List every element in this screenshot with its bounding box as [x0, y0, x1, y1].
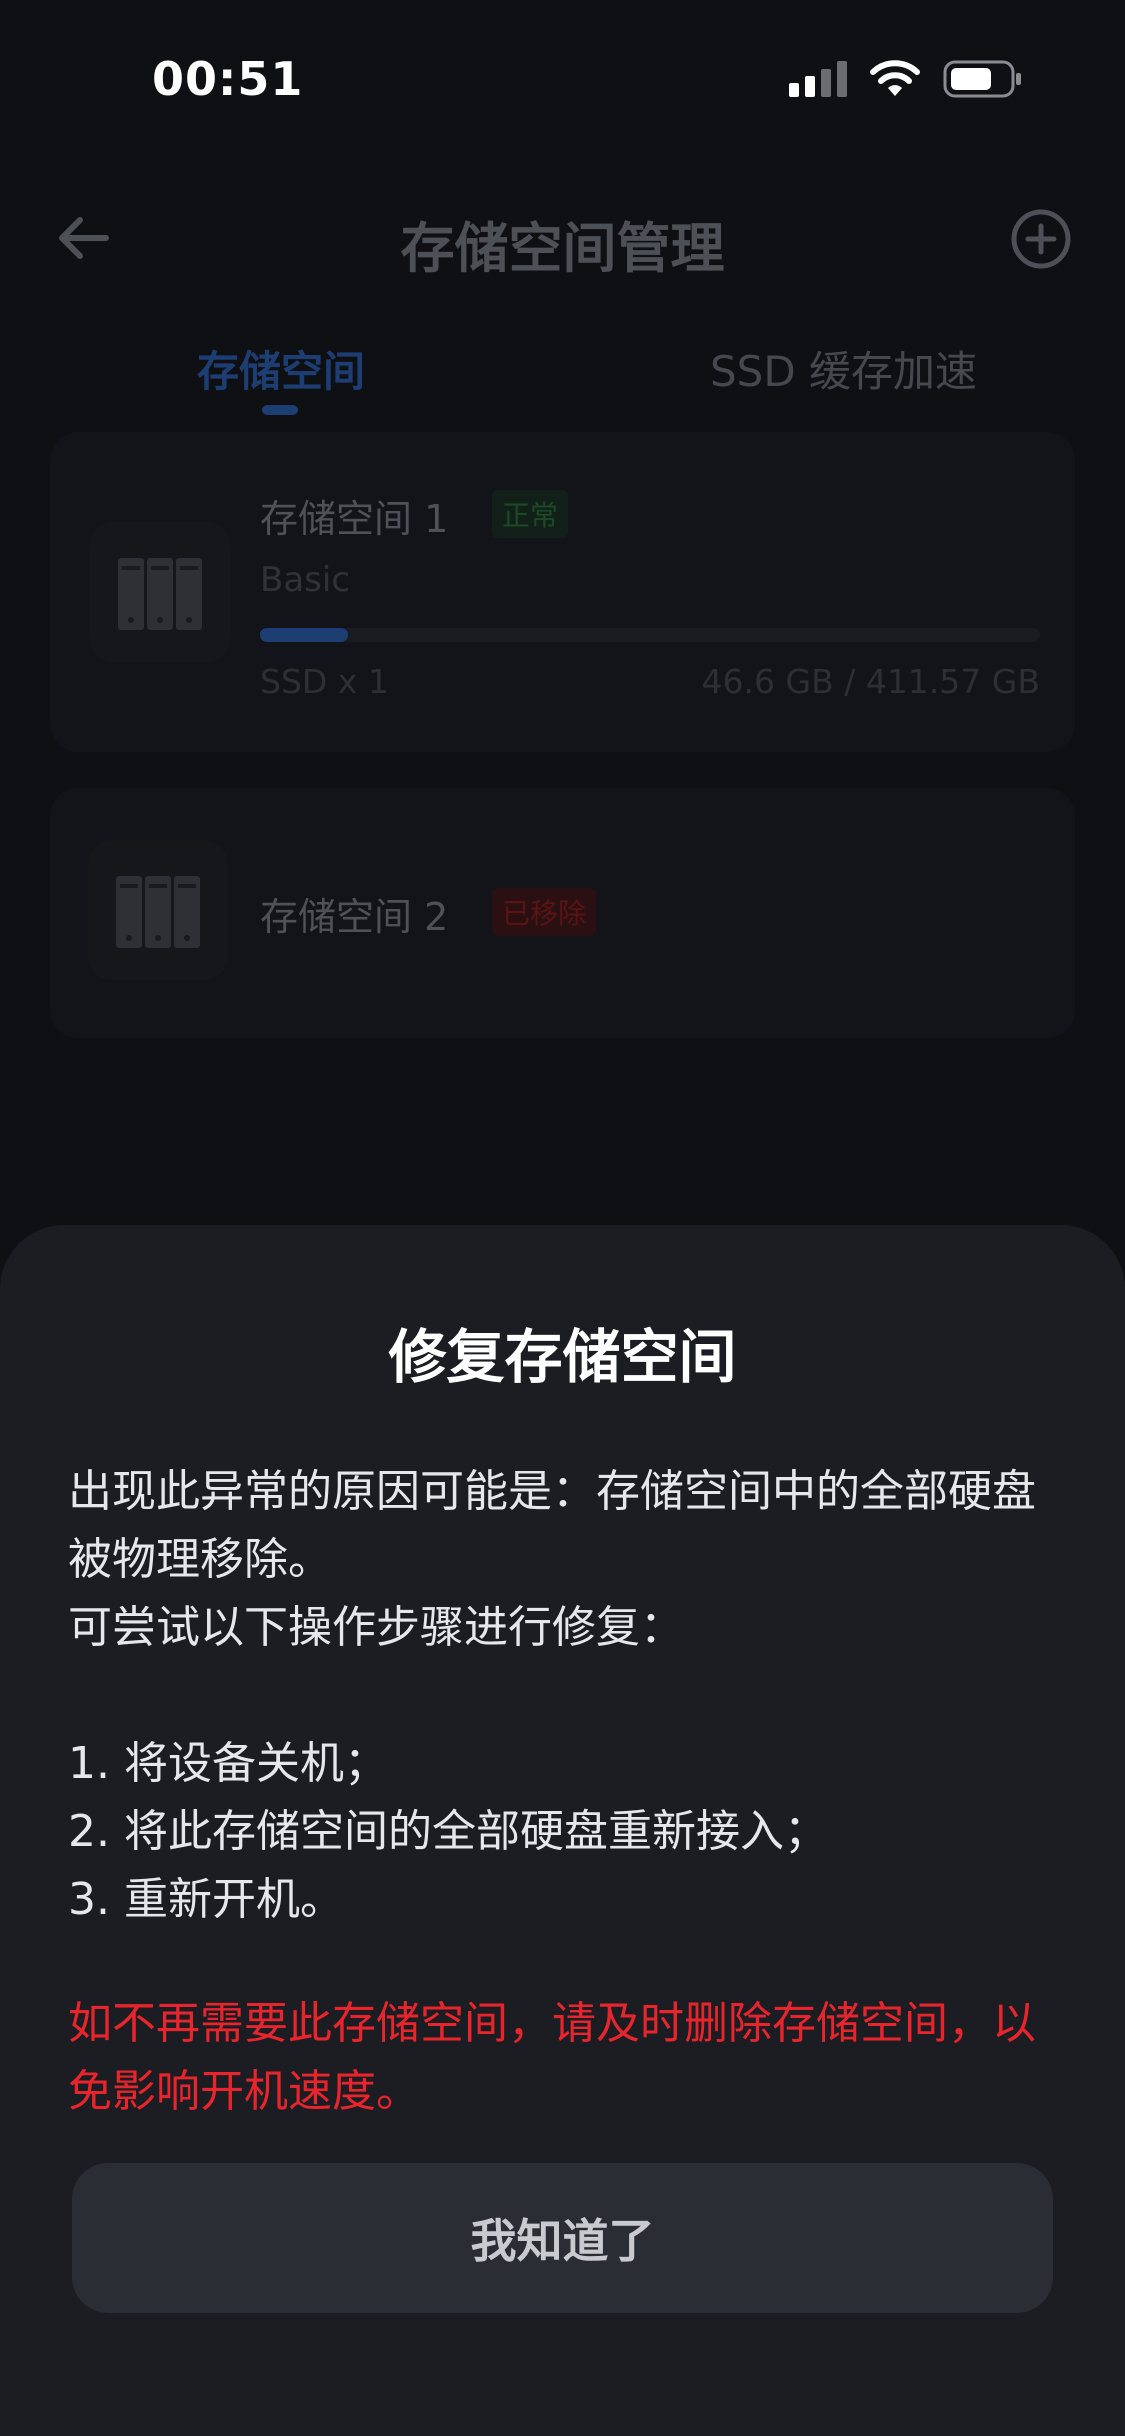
sheet-title: 修复存储空间	[388, 1323, 737, 1391]
storage-pool-type: Basic	[260, 560, 351, 600]
storage-pool-name: 存储空间 2	[260, 895, 449, 939]
status-badge: 已移除	[492, 888, 597, 936]
capacity-text: 46.6 GB / 411.57 GB	[701, 662, 1040, 701]
plus-circle-icon[interactable]	[1010, 208, 1072, 270]
storage-pool-card[interactable]: 存储空间 1 正常 Basic SSD x 1 46.6 GB / 411.57…	[50, 432, 1075, 752]
cellular-signal-icon	[789, 61, 847, 97]
disk-count: SSD x 1	[260, 662, 389, 701]
repair-bottom-sheet: 修复存储空间 出现此异常的原因可能是：存储空间中的全部硬盘被物理移除。 可尝试以…	[0, 1225, 1125, 2436]
storage-pool-card[interactable]: 存储空间 2 已移除	[50, 788, 1075, 1038]
status-icons	[789, 60, 1023, 98]
tab-storage[interactable]: 存储空间	[197, 338, 365, 399]
confirm-button[interactable]: 我知道了	[72, 2163, 1053, 2313]
body-line: 可尝试以下操作步骤进行修复：	[68, 1602, 684, 1653]
usage-progress-bar	[260, 628, 1040, 642]
nas-icon	[88, 840, 228, 980]
step-item: 1. 将设备关机；	[68, 1738, 388, 1789]
tab-ssd-cache[interactable]: SSD 缓存加速	[710, 338, 977, 399]
step-item: 3. 重新开机。	[68, 1874, 344, 1925]
wifi-icon	[870, 60, 920, 96]
usage-progress-fill	[260, 628, 349, 642]
storage-pool-name: 存储空间 1	[260, 497, 449, 541]
step-item: 2. 将此存储空间的全部硬盘重新接入；	[68, 1806, 828, 1857]
sheet-body: 出现此异常的原因可能是：存储空间中的全部硬盘被物理移除。 可尝试以下操作步骤进行…	[68, 1458, 1068, 1934]
warning-text: 如不再需要此存储空间，请及时删除存储空间，以免影响开机速度。	[68, 1998, 1036, 2117]
status-time: 00:51	[152, 52, 304, 106]
battery-icon	[943, 60, 1021, 98]
tab-indicator	[262, 405, 298, 415]
nas-icon	[90, 522, 230, 662]
body-line: 出现此异常的原因可能是：存储空间中的全部硬盘被物理移除。	[68, 1466, 1036, 1585]
status-bar: 00:51	[0, 0, 1125, 160]
page-title: 存储空间管理	[400, 217, 725, 280]
status-badge: 正常	[492, 490, 569, 538]
screen: 00:51 存储空间管理 存储空间 SSD 缓存加速 存储空间 1 正常 Bas…	[0, 0, 1125, 2436]
